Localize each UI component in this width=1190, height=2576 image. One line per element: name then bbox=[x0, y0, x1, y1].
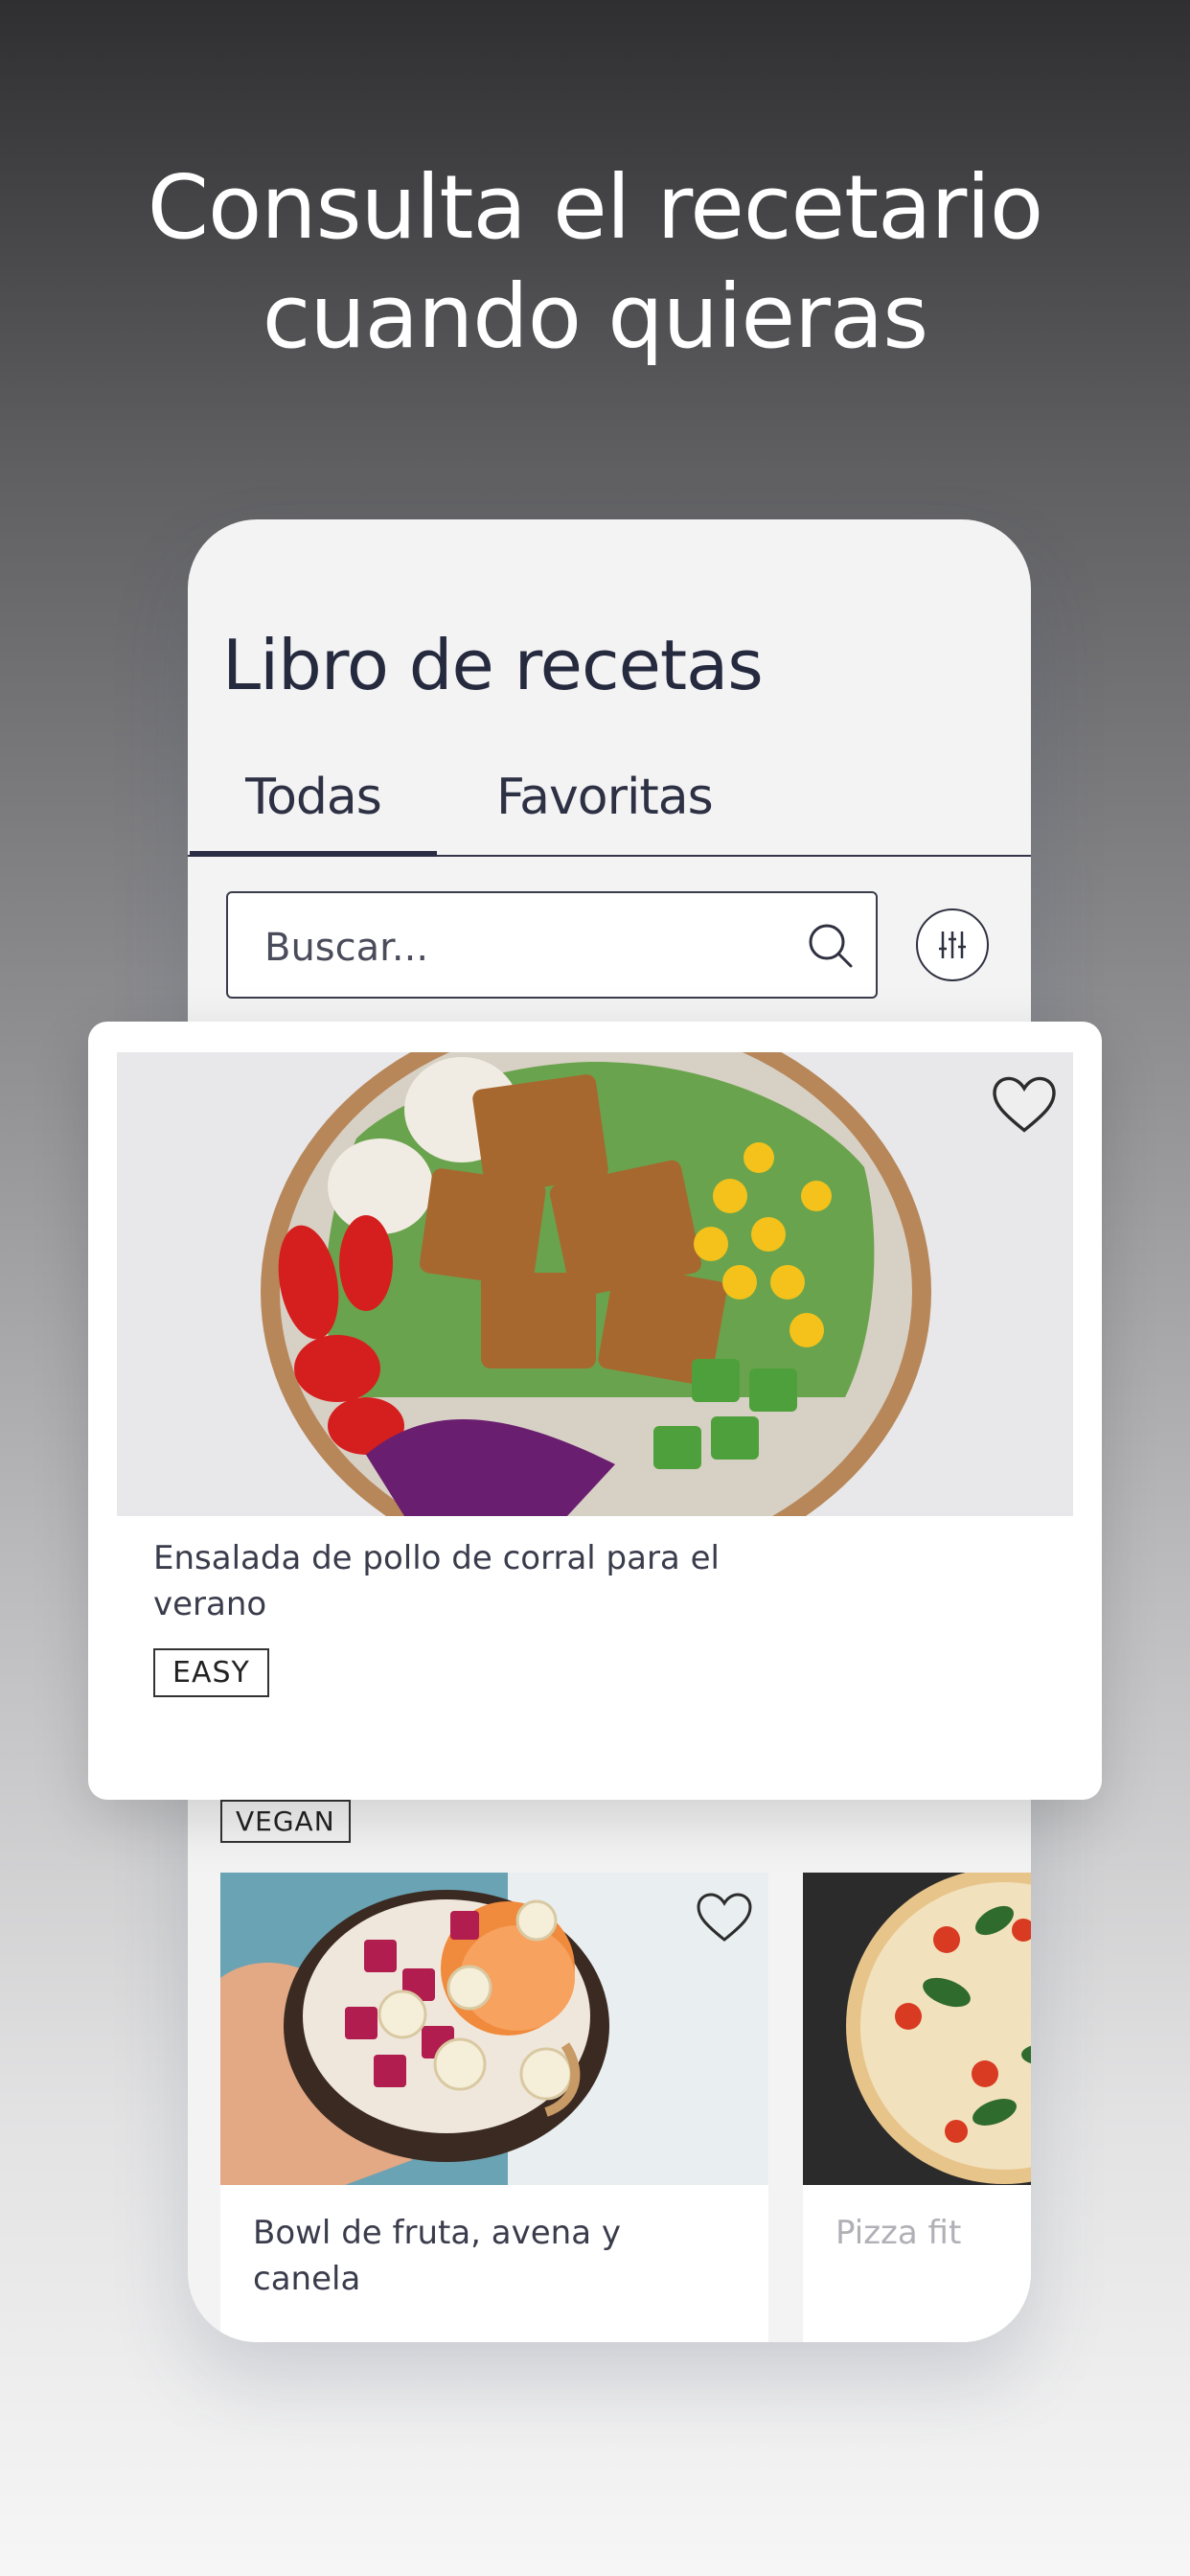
favorite-heart-icon[interactable] bbox=[696, 1892, 753, 1944]
tab-favoritas[interactable]: Favoritas bbox=[496, 769, 714, 853]
search-placeholder: Buscar... bbox=[264, 926, 429, 970]
recipe-title: Bowl de fruta, avena y canela bbox=[253, 2214, 621, 2298]
fruit-bowl-image bbox=[220, 1873, 768, 2185]
search-input[interactable]: Buscar... bbox=[226, 891, 878, 999]
search-icon[interactable] bbox=[807, 922, 855, 975]
salad-bowl-image bbox=[117, 1052, 1073, 1516]
page-title: Libro de recetas bbox=[222, 625, 764, 705]
recipe-tag-easy: EASY bbox=[153, 1648, 269, 1697]
featured-recipe-title: Ensalada de pollo de corral para el vera… bbox=[153, 1539, 720, 1623]
tab-todas[interactable]: Todas bbox=[190, 769, 437, 857]
headline: Consulta el recetario cuando quieras bbox=[0, 153, 1190, 372]
favorite-heart-icon[interactable] bbox=[991, 1075, 1058, 1135]
pizza-image bbox=[803, 1873, 1031, 2185]
recipe-card[interactable]: Pizza fit bbox=[803, 1873, 1031, 2342]
featured-recipe-card[interactable]: Ensalada de pollo de corral para el vera… bbox=[88, 1022, 1102, 1800]
headline-line-2: cuando quieras bbox=[262, 265, 929, 368]
recipe-tag-vegan: VEGAN bbox=[220, 1800, 351, 1843]
filter-button[interactable] bbox=[916, 908, 989, 981]
recipe-card[interactable]: Bowl de fruta, avena y canela bbox=[220, 1873, 768, 2342]
filter-sliders-icon bbox=[939, 932, 966, 958]
recipe-title: Pizza fit bbox=[835, 2214, 962, 2252]
headline-line-1: Consulta el recetario bbox=[147, 156, 1043, 259]
tab-bar: Todas Favoritas bbox=[188, 769, 1031, 857]
